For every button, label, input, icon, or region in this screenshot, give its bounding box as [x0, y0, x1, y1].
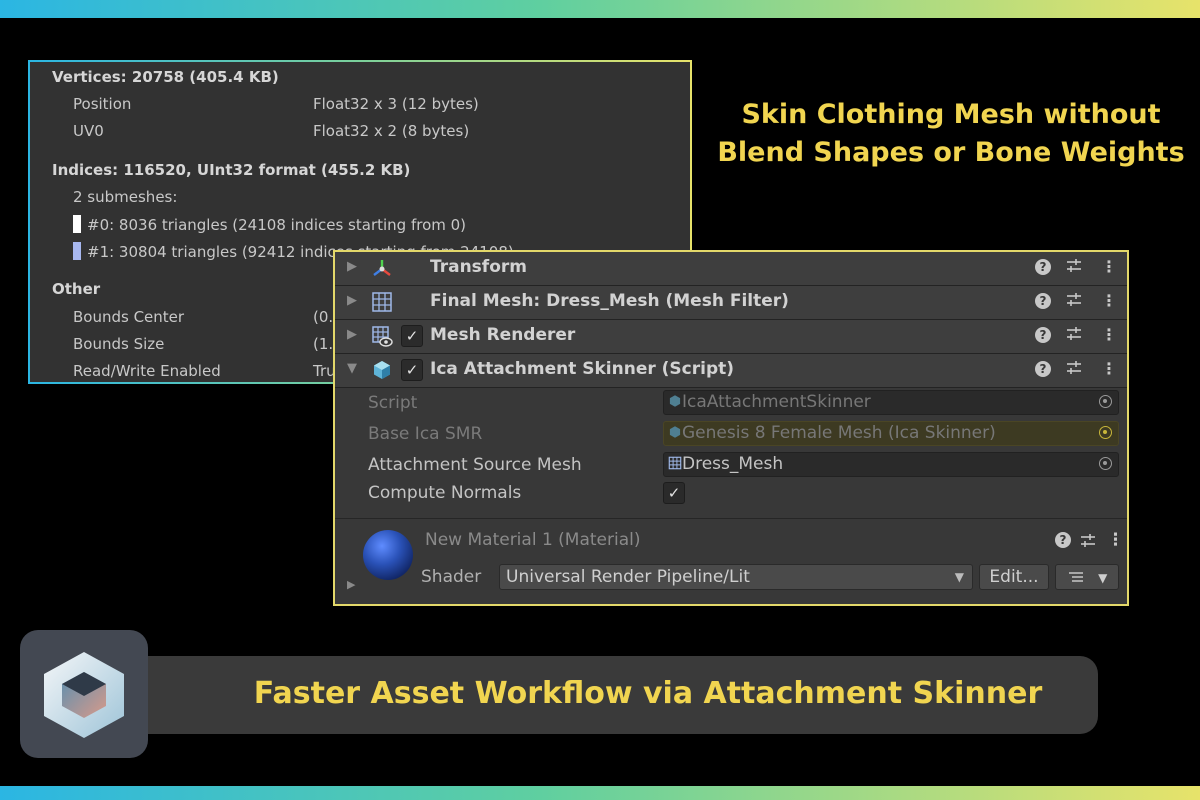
- shader-dropdown[interactable]: Universal Render Pipeline/Lit ▼: [499, 564, 973, 590]
- chevron-down-icon: ▼: [1098, 571, 1108, 585]
- indices-header: Indices: 116520, UInt32 format (455.2 KB…: [52, 161, 411, 179]
- edit-shader-button[interactable]: Edit...: [979, 564, 1049, 590]
- other-header: Other: [52, 280, 101, 298]
- script-field[interactable]: IcaAttachmentSkinner: [663, 390, 1119, 415]
- base-ica-smr-label: Base Ica SMR: [368, 424, 483, 444]
- inspector-panel: ▶ Transform ? ⋮ ▶ Final Mesh: Dress_Mesh…: [333, 250, 1129, 606]
- component-title: Final Mesh: Dress_Mesh (Mesh Filter): [430, 291, 789, 311]
- script-icon: [374, 361, 390, 379]
- script-label: Script: [368, 393, 418, 413]
- kebab-menu-icon[interactable]: ⋮: [1101, 291, 1117, 310]
- component-enabled-checkbox[interactable]: ✓: [401, 359, 423, 381]
- component-title: Ica Attachment Skinner (Script): [430, 359, 735, 379]
- top-gradient-bar: [0, 0, 1200, 18]
- kebab-menu-icon[interactable]: ⋮: [1101, 359, 1117, 378]
- mesh-filter-icon: [372, 292, 392, 312]
- component-header-mesh-filter[interactable]: ▶ Final Mesh: Dress_Mesh (Mesh Filter) ?…: [335, 286, 1127, 320]
- transform-icon: [373, 260, 391, 276]
- foldout-arrow[interactable]: ▶: [347, 327, 357, 342]
- foldout-arrow[interactable]: ▶: [347, 578, 355, 591]
- help-icon[interactable]: ?: [1035, 361, 1051, 377]
- component-actions: ? ⋮: [1035, 359, 1117, 381]
- kebab-menu-icon[interactable]: ⋮: [1101, 257, 1117, 276]
- kebab-menu-icon[interactable]: ⋮: [1107, 530, 1124, 550]
- chevron-down-icon: ▼: [954, 570, 964, 584]
- component-header-attachment-skinner[interactable]: ▼ ✓ Ica Attachment Skinner (Script) ? ⋮: [335, 354, 1127, 388]
- material-actions: ? ⋮: [1055, 530, 1125, 552]
- script-value: IcaAttachmentSkinner: [682, 392, 871, 412]
- other-prop-value: (1.: [313, 335, 334, 353]
- mesh-filter-icon: [668, 456, 682, 470]
- foldout-arrow[interactable]: ▶: [347, 259, 357, 274]
- mesh-renderer-icon: [372, 326, 393, 347]
- attachment-source-mesh-value: Dress_Mesh: [682, 454, 784, 474]
- attribute-format: Float32 x 3 (12 bytes): [313, 95, 479, 113]
- presets-icon[interactable]: [1065, 291, 1083, 309]
- submesh-item: #0: 8036 triangles (24108 indices starti…: [73, 215, 466, 234]
- attachment-source-mesh-label: Attachment Source Mesh: [368, 455, 582, 475]
- headline-line-1: Skin Clothing Mesh without: [741, 99, 1161, 130]
- help-icon[interactable]: ?: [1035, 327, 1051, 343]
- title-banner: Faster Asset Workflow via Attachment Ski…: [100, 656, 1098, 734]
- attribute-name: Position: [73, 95, 132, 113]
- component-actions: ? ⋮: [1035, 257, 1117, 279]
- base-ica-smr-value: Genesis 8 Female Mesh (Ica Skinner): [682, 423, 996, 443]
- foldout-arrow[interactable]: ▼: [347, 361, 357, 376]
- component-header-transform[interactable]: ▶ Transform ? ⋮: [335, 252, 1127, 286]
- help-icon[interactable]: ?: [1035, 293, 1051, 309]
- base-ica-smr-field[interactable]: Genesis 8 Female Mesh (Ica Skinner): [663, 421, 1119, 446]
- component-actions: ? ⋮: [1035, 291, 1117, 313]
- help-icon[interactable]: ?: [1035, 259, 1051, 275]
- material-title: New Material 1 (Material): [425, 530, 641, 550]
- banner-title: Faster Asset Workflow via Attachment Ski…: [253, 676, 1043, 711]
- shader-options-button[interactable]: ▼: [1055, 564, 1119, 590]
- compute-normals-checkbox[interactable]: ✓: [663, 482, 685, 504]
- other-prop-name: Read/Write Enabled: [73, 362, 221, 380]
- submesh-color-swatch: [73, 242, 81, 260]
- submesh-color-swatch: [73, 215, 81, 233]
- help-icon[interactable]: ?: [1055, 532, 1071, 548]
- script-icon: [669, 395, 681, 407]
- headline-line-2: Blend Shapes or Bone Weights: [717, 137, 1185, 168]
- submesh-label: #0: 8036 triangles (24108 indices starti…: [87, 216, 467, 234]
- submeshes-label: 2 submeshes:: [73, 188, 178, 206]
- attribute-name: UV0: [73, 122, 104, 140]
- object-picker-icon[interactable]: [1099, 426, 1112, 439]
- vertices-header: Vertices: 20758 (405.4 KB): [52, 68, 279, 86]
- headline: Skin Clothing Mesh without Blend Shapes …: [716, 96, 1186, 172]
- script-icon: [669, 426, 681, 438]
- shader-label: Shader: [421, 567, 482, 587]
- app-logo: [20, 630, 148, 758]
- component-title: Transform: [430, 257, 527, 277]
- object-picker-icon[interactable]: [1099, 457, 1112, 470]
- foldout-arrow[interactable]: ▶: [347, 293, 357, 308]
- presets-icon[interactable]: [1065, 359, 1083, 377]
- presets-icon[interactable]: [1065, 257, 1083, 275]
- attribute-format: Float32 x 2 (8 bytes): [313, 122, 470, 140]
- other-prop-name: Bounds Size: [73, 335, 165, 353]
- compute-normals-label: Compute Normals: [368, 483, 522, 503]
- material-preview-sphere: [363, 530, 413, 580]
- material-divider: [335, 518, 1127, 519]
- component-enabled-checkbox[interactable]: ✓: [401, 325, 423, 347]
- shader-value: Universal Render Pipeline/Lit: [506, 567, 750, 587]
- cube-logo-icon: [44, 652, 124, 738]
- attachment-source-mesh-field[interactable]: Dress_Mesh: [663, 452, 1119, 477]
- presets-icon[interactable]: [1065, 325, 1083, 343]
- component-title: Mesh Renderer: [430, 325, 576, 345]
- component-actions: ? ⋮: [1035, 325, 1117, 347]
- list-icon: [1068, 572, 1083, 582]
- bottom-gradient-bar: [0, 786, 1200, 800]
- kebab-menu-icon[interactable]: ⋮: [1101, 325, 1117, 344]
- component-header-mesh-renderer[interactable]: ▶ ✓ Mesh Renderer ? ⋮: [335, 320, 1127, 354]
- other-prop-name: Bounds Center: [73, 308, 185, 326]
- object-picker-icon[interactable]: [1099, 395, 1112, 408]
- presets-icon[interactable]: [1079, 532, 1097, 550]
- other-prop-value: (0.: [313, 308, 334, 326]
